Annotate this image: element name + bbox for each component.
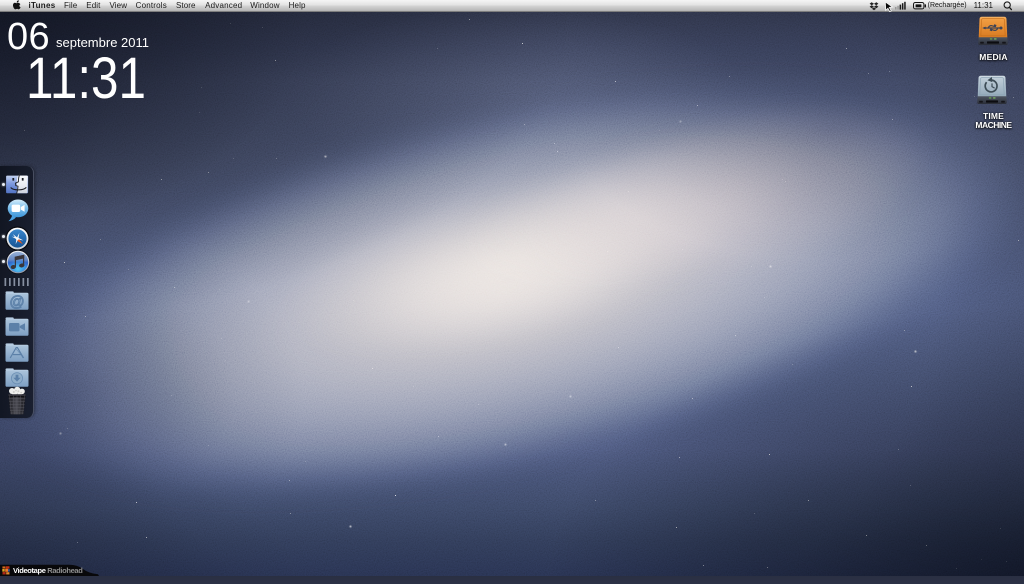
- svg-text:@: @: [9, 294, 24, 311]
